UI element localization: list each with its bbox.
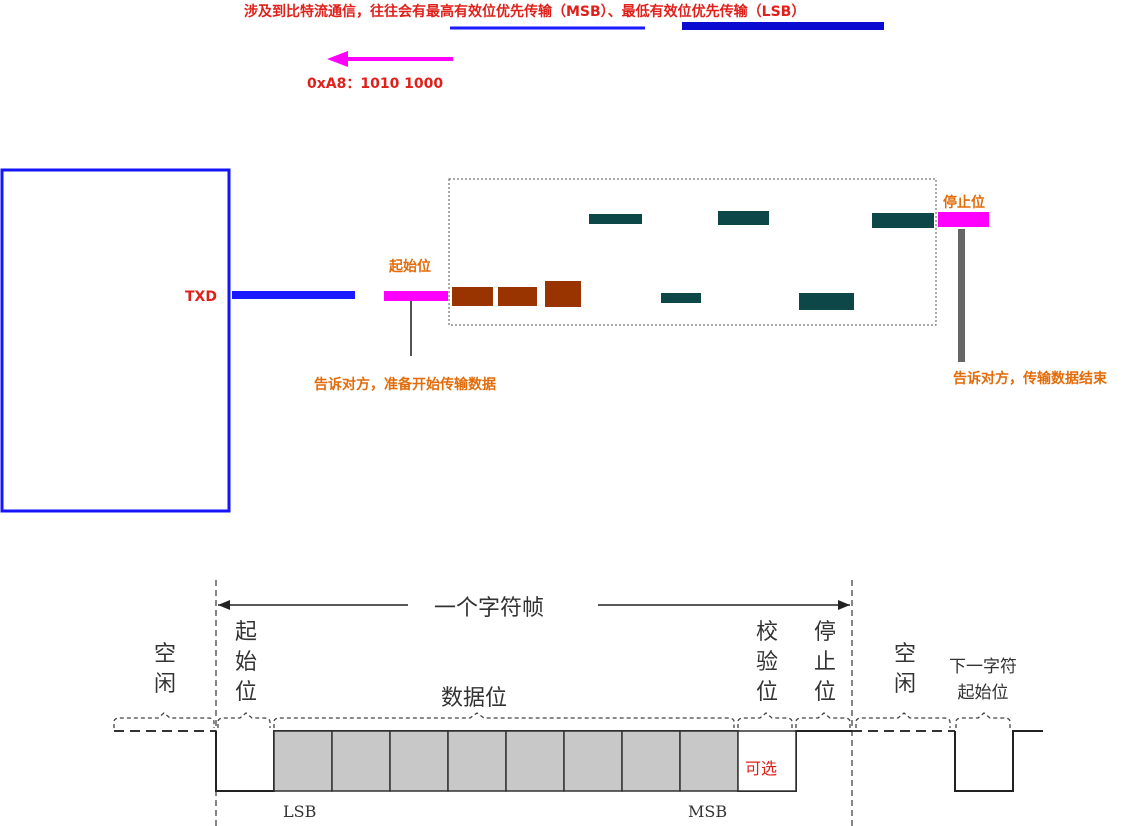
frame-arrow-left-head bbox=[218, 600, 230, 610]
txd-line bbox=[232, 291, 355, 299]
stop-label-char: 止 bbox=[813, 650, 836, 675]
stop-bit-frame-label: 停 止 位 bbox=[812, 618, 838, 708]
section-braces bbox=[113, 712, 1011, 728]
data-bit-low-1 bbox=[452, 287, 493, 306]
data-bit-low-3 bbox=[545, 281, 581, 307]
parity-label-char: 验 bbox=[755, 650, 778, 675]
data-bit-cell bbox=[505, 730, 565, 792]
idle-label-left: 空 闲 bbox=[152, 640, 178, 700]
direction-arrow-head bbox=[327, 51, 348, 67]
data-bit-high-2 bbox=[718, 211, 769, 225]
start-bit-frame-label: 起 始 位 bbox=[233, 618, 259, 708]
parity-label-char: 校 bbox=[755, 620, 778, 645]
stop-bit-pointer bbox=[958, 229, 965, 362]
next-start-waveform bbox=[954, 730, 1043, 792]
start-bit-note: 告诉对方，准备开始传输数据 bbox=[314, 377, 496, 393]
start-bit-label: 起始位 bbox=[389, 259, 431, 275]
idle-label-right: 空 闲 bbox=[892, 640, 918, 700]
stop-label-char: 位 bbox=[813, 680, 836, 705]
device-box bbox=[0, 168, 231, 513]
start-label-char: 起 bbox=[234, 620, 257, 645]
data-bit-cells bbox=[273, 730, 739, 792]
data-bit-cell bbox=[389, 730, 449, 792]
stop-bit-note: 告诉对方，传输数据结束 bbox=[953, 371, 1107, 387]
idle-label-char: 闲 bbox=[153, 672, 176, 697]
parity-bit-label: 校 验 位 bbox=[754, 618, 780, 708]
optional-label: 可选 bbox=[745, 759, 778, 778]
data-bit-high-1 bbox=[589, 214, 642, 224]
stop-bit-bar bbox=[938, 212, 989, 227]
msb-label: MSB bbox=[688, 802, 728, 821]
data-bit-cell bbox=[621, 730, 681, 792]
parity-label-char: 位 bbox=[755, 680, 778, 705]
lsb-label: LSB bbox=[283, 802, 317, 821]
idle-label-char: 闲 bbox=[893, 672, 916, 697]
txd-label: TXD bbox=[185, 289, 217, 305]
data-bit-cell bbox=[679, 730, 739, 792]
data-bit-cell bbox=[563, 730, 623, 792]
idle-label-char: 空 bbox=[153, 642, 176, 667]
data-bit-low-5 bbox=[799, 293, 854, 310]
start-label-char: 始 bbox=[234, 650, 257, 675]
next-start-line: 下一字符 bbox=[949, 657, 1017, 677]
stop-bit-label: 停止位 bbox=[943, 195, 985, 211]
data-bits-label: 数据位 bbox=[441, 686, 508, 711]
frame-title: 一个字符帧 bbox=[434, 596, 545, 621]
data-bit-cell bbox=[331, 730, 391, 792]
start-label-char: 位 bbox=[234, 680, 257, 705]
idle-label-char: 空 bbox=[893, 642, 916, 667]
data-bit-low-4 bbox=[661, 293, 701, 303]
data-bit-high-3 bbox=[872, 213, 934, 228]
stop-label-char: 停 bbox=[813, 620, 836, 645]
data-bit-cell bbox=[273, 730, 333, 792]
start-bit-bar bbox=[384, 291, 448, 301]
data-bit-cell bbox=[447, 730, 507, 792]
data-bit-low-2 bbox=[498, 287, 537, 306]
next-start-line: 起始位 bbox=[957, 683, 1009, 703]
next-start-label: 下一字符 起始位 bbox=[938, 654, 1028, 706]
hex-example: 0xA8：1010 1000 bbox=[307, 76, 444, 92]
frame-arrow-right-head bbox=[838, 600, 850, 610]
bit-order-title: 涉及到比特流通信，往往会有最高有效位优先传输（MSB）、最低有效位优先传输（LS… bbox=[244, 4, 806, 20]
